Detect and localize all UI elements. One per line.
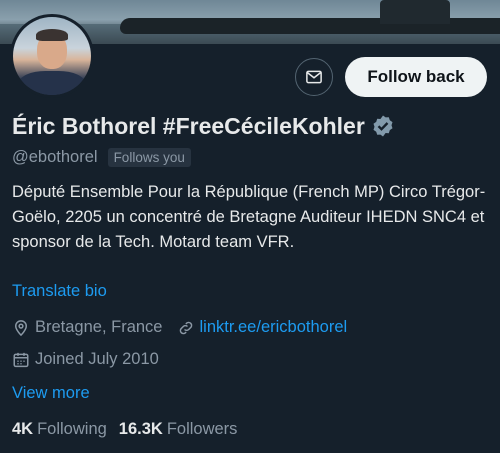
- joined-row: Joined July 2010: [12, 350, 159, 369]
- avatar-photo: [13, 17, 91, 95]
- follow-stats: 4K Following 16.3K Followers: [12, 420, 249, 439]
- profile-name: Éric Bothorel #FreeCécileKohler: [12, 112, 365, 139]
- verified-badge-icon[interactable]: [371, 114, 395, 138]
- website-item[interactable]: linktr.ee/ericbothorel: [177, 318, 348, 337]
- profile-handle: @ebothorel: [12, 148, 98, 166]
- website-link[interactable]: linktr.ee/ericbothorel: [200, 318, 348, 337]
- link-icon: [179, 321, 192, 334]
- follows-you-badge: Follows you: [107, 148, 191, 167]
- message-button[interactable]: [295, 58, 333, 96]
- location-item: Bretagne, France: [12, 318, 163, 337]
- joined-item: Joined July 2010: [12, 350, 159, 369]
- profile-name-row: Éric Bothorel #FreeCécileKohler: [12, 111, 395, 141]
- following-stat[interactable]: 4K Following: [12, 420, 107, 439]
- followers-stat[interactable]: 16.3K Followers: [119, 420, 238, 439]
- followers-label: Followers: [166, 420, 238, 438]
- handle-row: @ebothorel Follows you: [12, 148, 191, 167]
- profile-meta-row: Bretagne, France linktr.ee/ericbothorel: [12, 318, 347, 337]
- avatar-hair: [36, 29, 68, 41]
- banner-submarine-sail: [380, 0, 450, 24]
- followers-count: 16.3K: [118, 420, 163, 438]
- following-count: 4K: [12, 420, 34, 438]
- location-text: Bretagne, France: [35, 318, 163, 336]
- mail-icon: [306, 70, 322, 84]
- translate-bio-link[interactable]: Translate bio: [12, 282, 107, 301]
- following-label: Following: [37, 420, 107, 438]
- profile-bio: Député Ensemble Pour la République (Fren…: [12, 183, 486, 251]
- location-pin-icon: [14, 319, 28, 336]
- avatar[interactable]: [10, 14, 94, 98]
- joined-text: Joined July 2010: [35, 350, 159, 368]
- view-more-link[interactable]: View more: [12, 384, 90, 403]
- calendar-icon: [13, 352, 29, 367]
- avatar-body: [19, 71, 85, 95]
- follow-back-button[interactable]: Follow back: [345, 57, 487, 97]
